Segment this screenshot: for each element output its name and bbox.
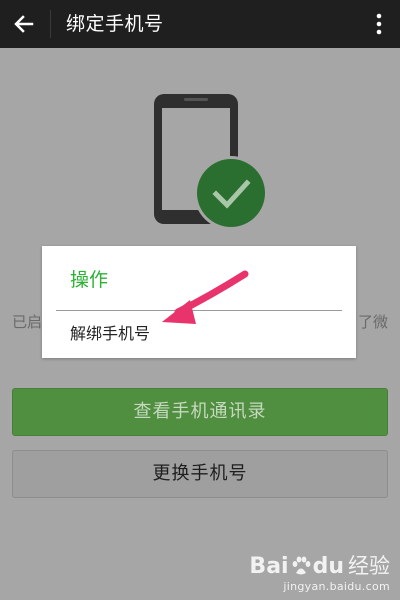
page-title: 绑定手机号 (66, 13, 164, 35)
description-right: 了微 (357, 313, 388, 331)
description-left: 已启 (12, 313, 43, 331)
screen: 绑定手机号 已启 了微 查看手机通讯录 更换手机号 操作 解绑手机号 Bai d… (0, 0, 400, 600)
watermark: Bai du 经验 jingyan.baidu.com (249, 553, 390, 594)
phone-check-icon (154, 94, 268, 227)
watermark-logo: Bai du 经验 (249, 554, 390, 579)
paw-icon (292, 556, 310, 575)
unbind-phone-label: 解绑手机号 (70, 324, 151, 343)
title-divider (50, 10, 51, 38)
more-vertical-icon (376, 13, 382, 35)
back-button[interactable] (10, 10, 38, 38)
dialog-title: 操作 (70, 269, 109, 291)
watermark-url: jingyan.baidu.com (283, 580, 390, 593)
change-phone-button[interactable]: 更换手机号 (12, 450, 388, 498)
action-dialog: 操作 解绑手机号 (42, 246, 356, 358)
dialog-divider (56, 310, 342, 311)
arrow-left-icon (14, 15, 34, 33)
view-contacts-button[interactable]: 查看手机通讯录 (12, 388, 388, 436)
unbind-phone-option[interactable]: 解绑手机号 (42, 312, 356, 356)
more-button[interactable] (368, 10, 390, 38)
top-bar: 绑定手机号 (0, 0, 400, 48)
